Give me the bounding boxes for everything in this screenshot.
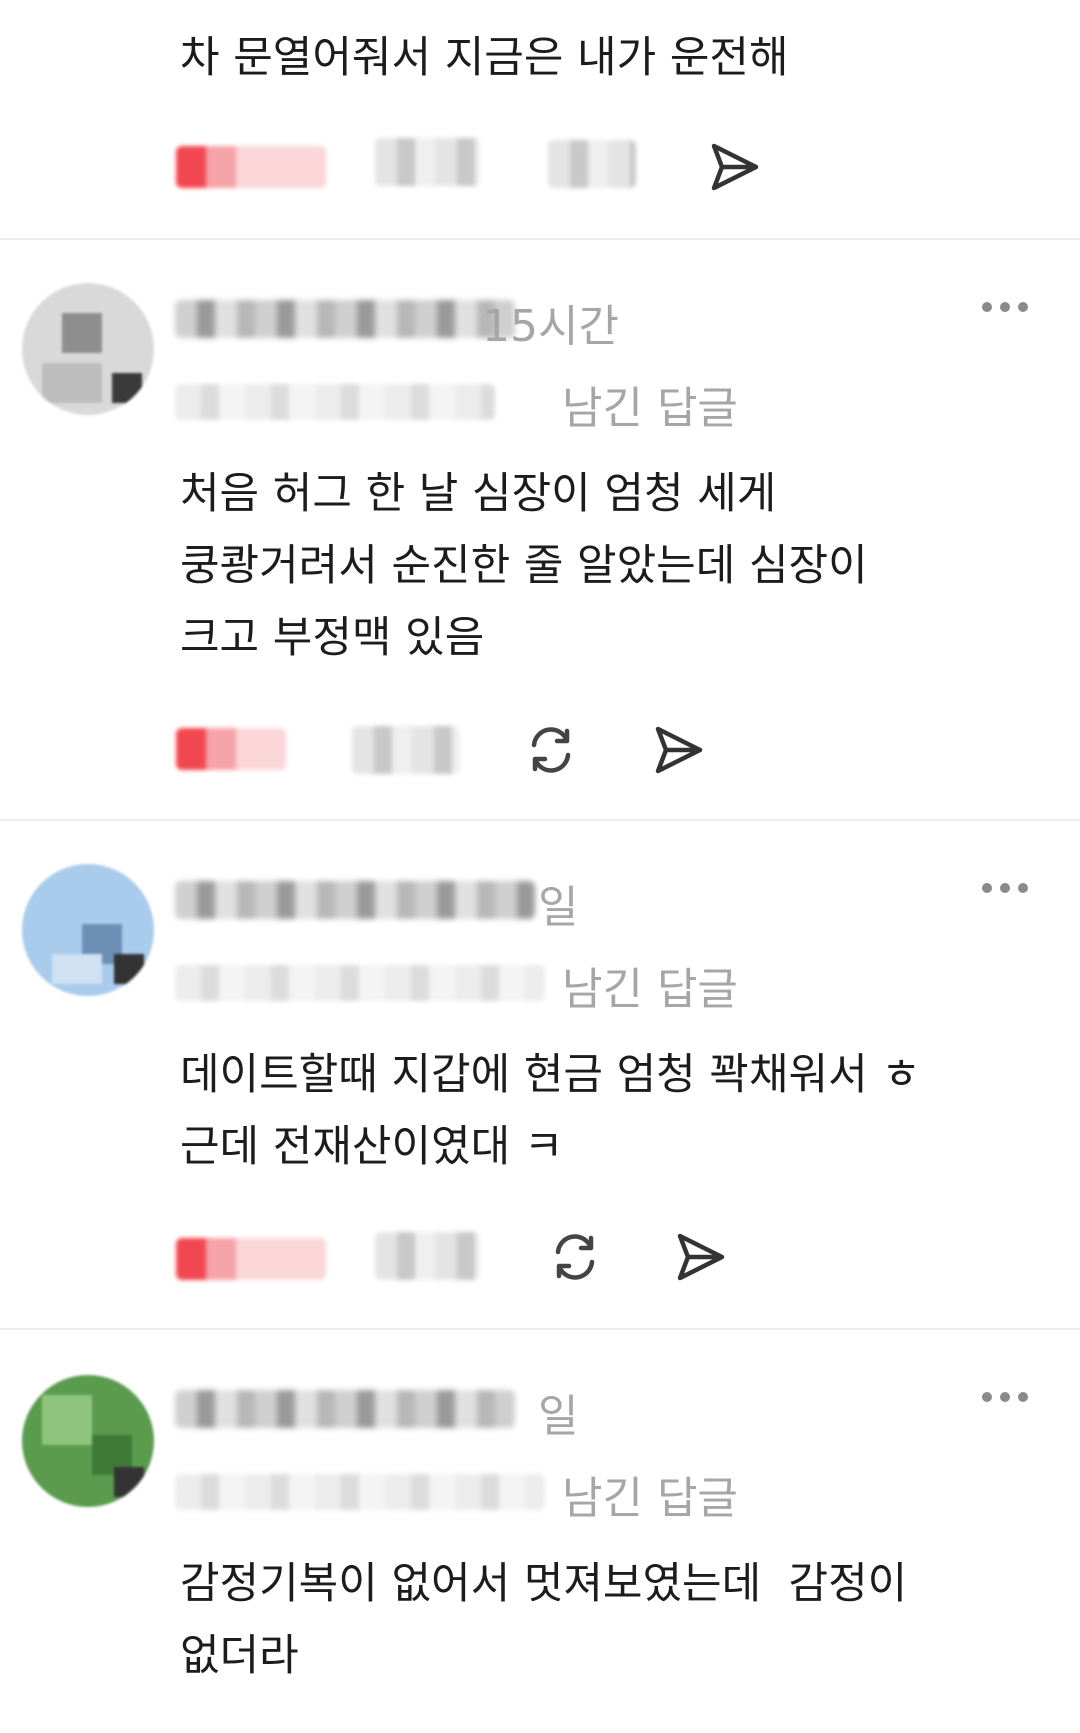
reply-label: 남긴 답글 xyxy=(562,964,738,1015)
comment-text: 차 문열어줘서 지금은 내가 운전해 xyxy=(180,33,789,83)
send-icon[interactable] xyxy=(652,723,706,777)
comment-text: 처음 허그 한 날 심장이 엄청 세게 쿵쾅거려서 순진한 줄 알았는데 심장이… xyxy=(180,469,868,663)
repost-count xyxy=(548,140,636,188)
like-button[interactable] xyxy=(176,1238,326,1280)
comment-text: 감정기복이 없어서 멋져보였는데 감정이 없더라 xyxy=(180,1559,908,1681)
author-name[interactable] xyxy=(175,881,535,919)
reply-label: 남긴 답글 xyxy=(562,1473,738,1524)
send-icon[interactable] xyxy=(708,140,762,194)
divider xyxy=(0,238,1080,240)
repost-icon[interactable] xyxy=(524,723,578,777)
timestamp: 일 xyxy=(538,882,579,933)
more-options-icon[interactable] xyxy=(982,300,1030,314)
timestamp: 일 xyxy=(538,1391,579,1442)
author-name[interactable] xyxy=(175,300,515,338)
reply-target[interactable] xyxy=(175,384,495,420)
author-name[interactable] xyxy=(175,1390,515,1428)
reply-label: 남긴 답글 xyxy=(562,383,738,434)
more-options-icon[interactable] xyxy=(982,881,1030,895)
comment-count xyxy=(352,726,460,774)
send-icon[interactable] xyxy=(674,1230,728,1284)
divider xyxy=(0,819,1080,821)
divider xyxy=(0,1328,1080,1330)
comment-text: 데이트할때 지갑에 현금 엄청 꽉채워서 ㅎ 근데 전재산이였대 ㅋ xyxy=(180,1050,921,1172)
reply-target[interactable] xyxy=(175,965,545,1001)
avatar[interactable] xyxy=(22,864,154,996)
comment-count xyxy=(375,138,480,186)
timestamp: 15시간 xyxy=(482,301,619,352)
repost-icon[interactable] xyxy=(548,1230,602,1284)
avatar[interactable] xyxy=(22,1375,154,1507)
comment-count xyxy=(375,1232,480,1280)
like-button[interactable] xyxy=(176,728,286,770)
reply-target[interactable] xyxy=(175,1474,545,1510)
like-button[interactable] xyxy=(176,146,326,188)
more-options-icon[interactable] xyxy=(982,1390,1030,1404)
avatar[interactable] xyxy=(22,283,154,415)
